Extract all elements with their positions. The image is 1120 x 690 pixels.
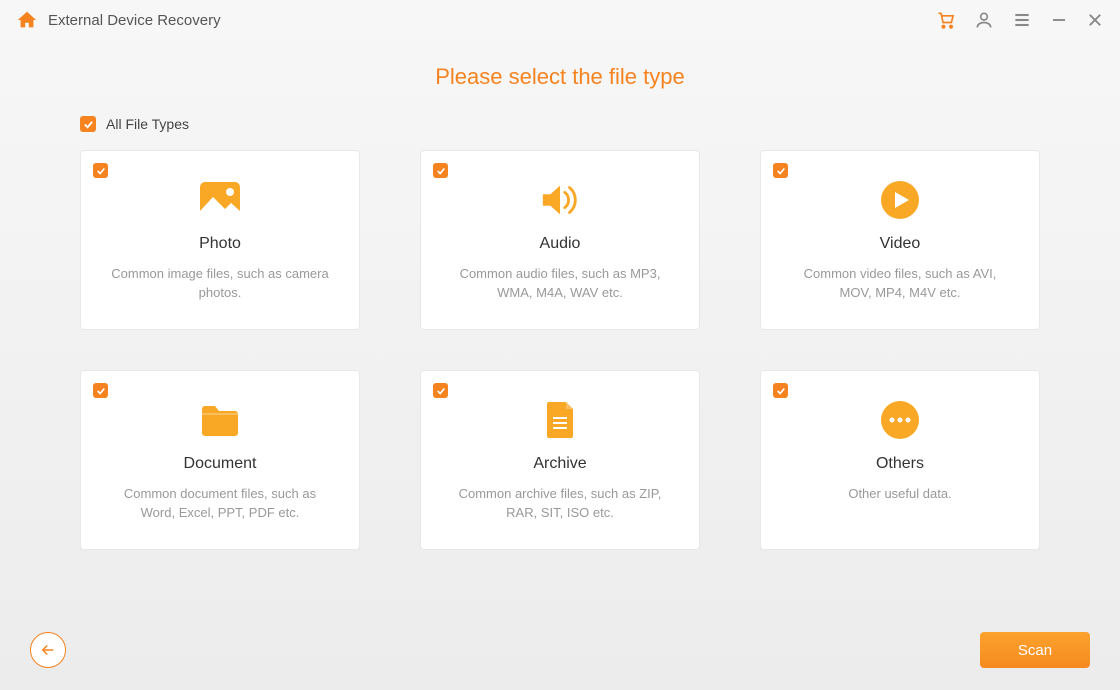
card-desc: Common image files, such as camera photo…: [81, 265, 359, 303]
card-title: Video: [880, 235, 921, 253]
page-heading: Please select the file type: [0, 64, 1120, 90]
card-archive-checkbox[interactable]: [433, 383, 448, 398]
video-icon: [879, 179, 921, 221]
footer: Scan: [0, 630, 1120, 670]
card-photo-checkbox[interactable]: [93, 163, 108, 178]
card-video-checkbox[interactable]: [773, 163, 788, 178]
card-desc: Common audio files, such as MP3, WMA, M4…: [421, 265, 699, 303]
all-file-types-row[interactable]: All File Types: [80, 116, 1120, 132]
all-file-types-label: All File Types: [106, 116, 189, 132]
document-icon: [199, 399, 241, 441]
all-file-types-checkbox[interactable]: [80, 116, 96, 132]
photo-icon: [199, 179, 241, 221]
card-audio-checkbox[interactable]: [433, 163, 448, 178]
card-desc: Common archive files, such as ZIP, RAR, …: [421, 485, 699, 523]
titlebar: External Device Recovery: [0, 0, 1120, 40]
cart-icon[interactable]: [936, 10, 956, 30]
card-document-checkbox[interactable]: [93, 383, 108, 398]
menu-icon[interactable]: [1012, 10, 1032, 30]
card-title: Photo: [199, 235, 241, 253]
card-others[interactable]: Others Other useful data.: [760, 370, 1040, 550]
minimize-icon[interactable]: [1050, 11, 1068, 29]
close-icon[interactable]: [1086, 11, 1104, 29]
archive-icon: [539, 399, 581, 441]
app-title: External Device Recovery: [48, 12, 221, 29]
card-title: Archive: [533, 455, 586, 473]
card-others-checkbox[interactable]: [773, 383, 788, 398]
card-archive[interactable]: Archive Common archive files, such as ZI…: [420, 370, 700, 550]
card-title: Audio: [540, 235, 581, 253]
back-button[interactable]: [30, 632, 66, 668]
scan-button[interactable]: Scan: [980, 632, 1090, 668]
card-desc: Common video files, such as AVI, MOV, MP…: [761, 265, 1039, 303]
card-desc: Common document files, such as Word, Exc…: [81, 485, 359, 523]
others-icon: [879, 399, 921, 441]
home-icon[interactable]: [16, 9, 38, 31]
audio-icon: [539, 179, 581, 221]
card-photo[interactable]: Photo Common image files, such as camera…: [80, 150, 360, 330]
card-video[interactable]: Video Common video files, such as AVI, M…: [760, 150, 1040, 330]
card-title: Document: [184, 455, 257, 473]
user-icon[interactable]: [974, 10, 994, 30]
card-title: Others: [876, 455, 924, 473]
file-type-grid: Photo Common image files, such as camera…: [0, 150, 1120, 550]
card-audio[interactable]: Audio Common audio files, such as MP3, W…: [420, 150, 700, 330]
card-desc: Other useful data.: [818, 485, 981, 504]
card-document[interactable]: Document Common document files, such as …: [80, 370, 360, 550]
